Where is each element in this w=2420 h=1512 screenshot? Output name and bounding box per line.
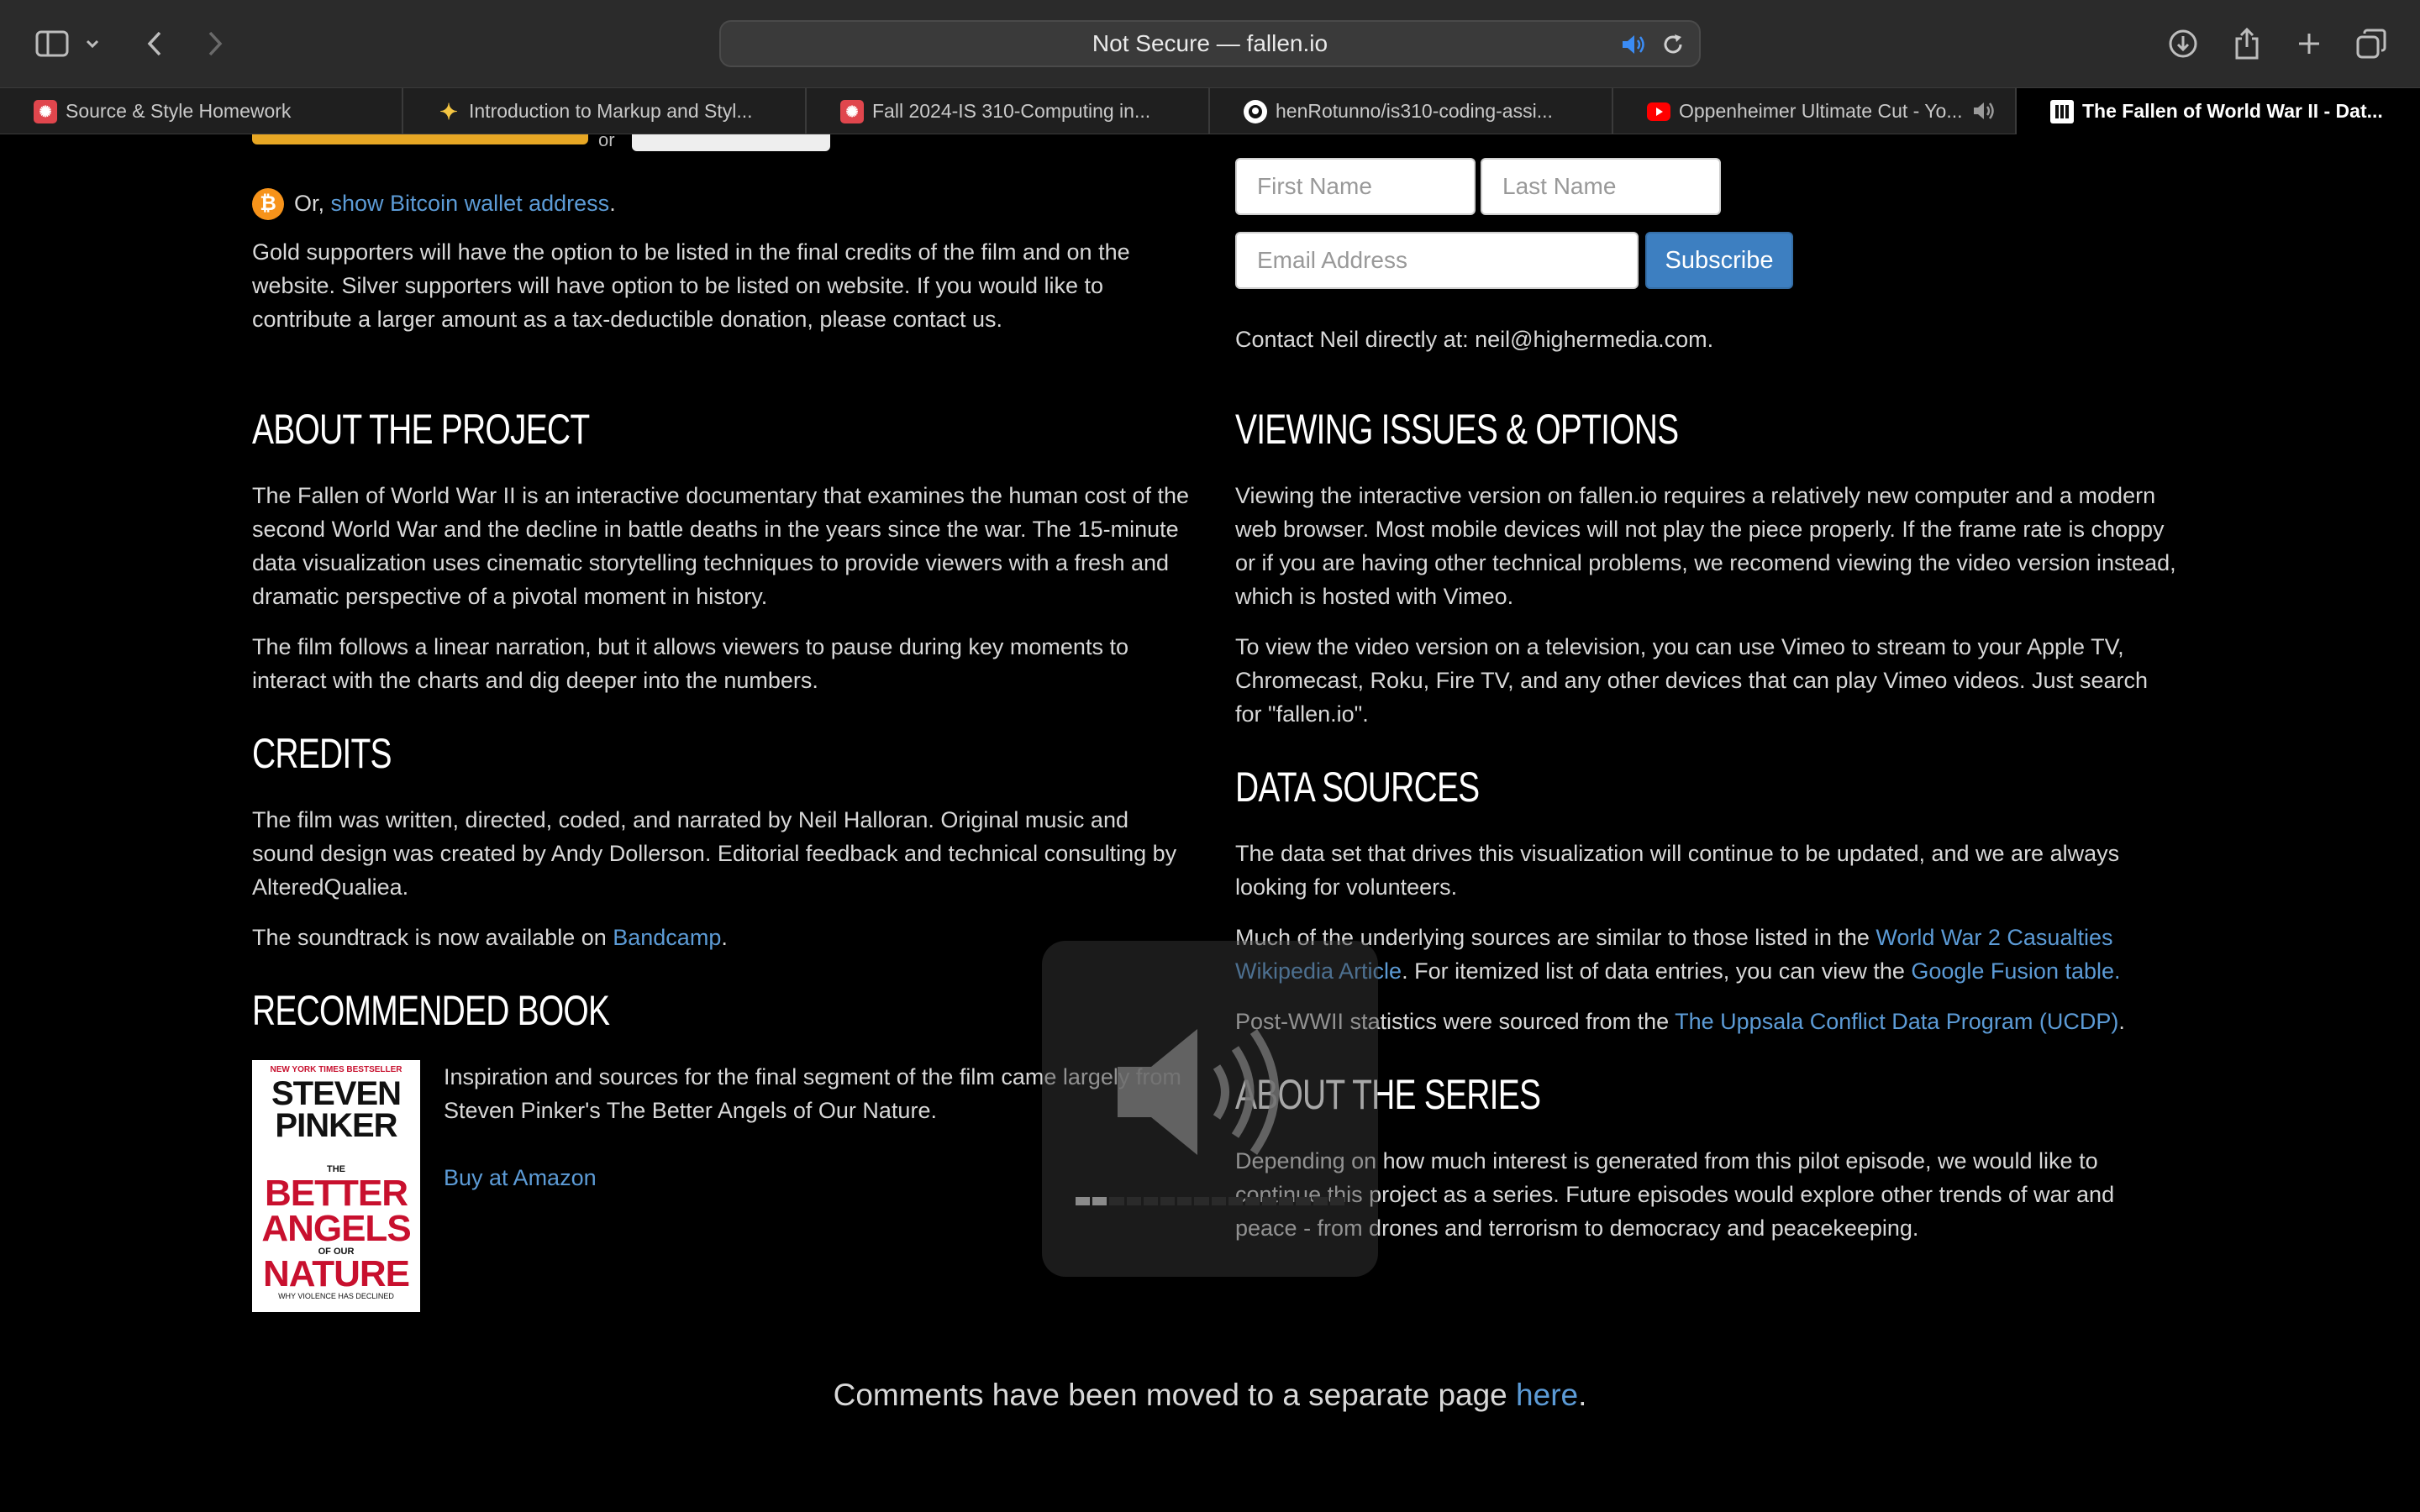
volume-segment [1313,1197,1328,1205]
soundtrack-prefix: The soundtrack is now available on [252,925,613,950]
footer-suffix: . [1578,1378,1587,1412]
sidebar-toggle-icon[interactable] [30,22,74,66]
volume-segment [1126,1197,1141,1205]
data-sources-paragraph-1: The data set that drives this visualizat… [1235,841,2120,900]
page-content: or ₿ Or, show Bitcoin wallet address. Go… [0,134,2420,1512]
subscribe-button[interactable]: Subscribe [1645,232,1793,289]
contact-line: Contact Neil directly at: neil@highermed… [1235,327,1714,352]
tab-github[interactable]: henRotunno/is310-coding-assi... [1210,88,1613,134]
download-icon[interactable] [2161,22,2205,66]
book-cover-subtitle: WHY VIOLENCE HAS DECLINED [278,1292,394,1300]
book-cover-title-3: NATURE [262,1253,410,1294]
tab-intro-markup[interactable]: ✦ Introduction to Markup and Styl... [403,88,807,134]
tab-overview-icon[interactable] [2349,22,2393,66]
volume-segment [1211,1197,1226,1205]
ucdp-link[interactable]: The Uppsala Conflict Data Program (UCDP) [1675,1009,2118,1034]
canvas-icon: ✺ [840,100,864,123]
volume-segment [1262,1197,1277,1205]
data-sources-p2-mid: . For itemized list of data entries, you… [1402,958,1912,984]
address-text: Not Secure — fallen.io [1092,30,1328,56]
bitcoin-prefix: Or, [294,191,331,216]
tab-label: Oppenheimer Ultimate Cut - Yo... [1679,100,1963,122]
volume-segment [1092,1197,1107,1205]
book-cover-title-2: ANGELS [261,1208,411,1249]
fallen-icon [2050,100,2074,123]
canvas-icon: ✺ [34,100,57,123]
book-cover[interactable]: NEW YORK TIMES BESTSELLER STEVEN PINKER … [252,1060,420,1312]
volume-segment [1160,1197,1176,1205]
tab-label: Introduction to Markup and Styl... [469,100,753,122]
volume-segment [1329,1197,1344,1205]
footer-prefix: Comments have been moved to a separate p… [833,1378,1517,1412]
about-paragraph-1: The Fallen of World War II is an interac… [252,483,1190,609]
credits-heading: Credits [252,730,392,777]
email-field[interactable]: Email Address [1235,232,1639,289]
about-paragraph-2: The film follows a linear narration, but… [252,634,1128,693]
address-bar[interactable]: Not Secure — fallen.io [719,20,1701,67]
soundtrack-suffix: . [721,925,728,950]
data-sources-heading: Data Sources [1235,764,1480,811]
forward-button[interactable] [193,22,237,66]
bitcoin-suffix: . [609,191,616,216]
tab-label: The Fallen of World War II - Dat... [2082,100,2383,122]
support-description: Gold supporters will have the option to … [252,239,1130,332]
or-label: or [598,134,615,150]
reload-icon[interactable] [1660,32,1686,61]
browser-toolbar: Not Secure — fallen.io [0,0,2420,87]
tab-is310[interactable]: ✺ Fall 2024-IS 310-Computing in... [807,88,1210,134]
back-button[interactable] [133,22,176,66]
data-sources-p3-suffix: . [2118,1009,2125,1034]
first-name-field[interactable]: First Name [1235,158,1476,215]
volume-segment [1143,1197,1158,1205]
tab-label: Fall 2024-IS 310-Computing in... [872,100,1151,122]
bandcamp-link[interactable]: Bandcamp [613,925,721,950]
sparkle-icon: ✦ [439,98,458,124]
tab-source-style[interactable]: ✺ Source & Style Homework [0,88,403,134]
comments-here-link[interactable]: here [1516,1378,1578,1412]
book-cover-bestseller: NEW YORK TIMES BESTSELLER [270,1065,402,1074]
new-tab-icon[interactable] [2287,22,2331,66]
google-fusion-link[interactable]: Google Fusion table. [1911,958,2120,984]
volume-segment [1244,1197,1260,1205]
volume-segment [1076,1197,1091,1205]
youtube-icon [1647,102,1670,121]
paypal-button[interactable] [632,134,830,151]
book-cover-author-last: PINKER [275,1107,397,1144]
speaker-icon[interactable] [1620,33,1647,60]
volume-segment [1279,1197,1294,1205]
volume-segment [1177,1197,1192,1205]
recommended-book-heading: Recommended Book [252,987,610,1034]
viewing-heading: Viewing Issues & Options [1235,406,1679,453]
bitcoin-line: Or, show Bitcoin wallet address. [294,186,616,220]
bitcoin-icon: ₿ [252,188,284,220]
about-heading: About the Project [252,406,590,453]
credits-paragraph: The film was written, directed, coded, a… [252,807,1177,900]
github-icon [1244,100,1267,123]
volume-speaker-icon [1118,1029,1279,1155]
viewing-paragraph-1: Viewing the interactive version on falle… [1235,483,2176,609]
volume-segment [1296,1197,1311,1205]
gold-support-button[interactable] [252,134,588,144]
buy-at-amazon-link[interactable]: Buy at Amazon [444,1161,597,1194]
comments-footer: Comments have been moved to a separate p… [0,1378,2420,1413]
volume-segment [1109,1197,1124,1205]
last-name-field[interactable]: Last Name [1481,158,1721,215]
speaker-icon[interactable] [1971,100,1996,127]
bitcoin-wallet-link[interactable]: show Bitcoin wallet address [331,191,610,216]
volume-segment [1194,1197,1209,1205]
chevron-down-icon[interactable] [76,22,109,66]
volume-segment [1228,1197,1243,1205]
volume-level-bar [1076,1197,1344,1205]
tab-bar: ✺ Source & Style Homework ✦ Introduction… [0,87,2420,134]
volume-hud [1042,941,1378,1277]
tab-fallen[interactable]: The Fallen of World War II - Dat... [2017,88,2420,134]
tab-youtube[interactable]: Oppenheimer Ultimate Cut - Yo... [1613,88,2017,134]
share-icon[interactable] [2225,22,2269,66]
tab-label: henRotunno/is310-coding-assi... [1276,100,1553,122]
viewing-paragraph-2: To view the video version on a televisio… [1235,634,2149,727]
tab-label: Source & Style Homework [66,100,292,122]
